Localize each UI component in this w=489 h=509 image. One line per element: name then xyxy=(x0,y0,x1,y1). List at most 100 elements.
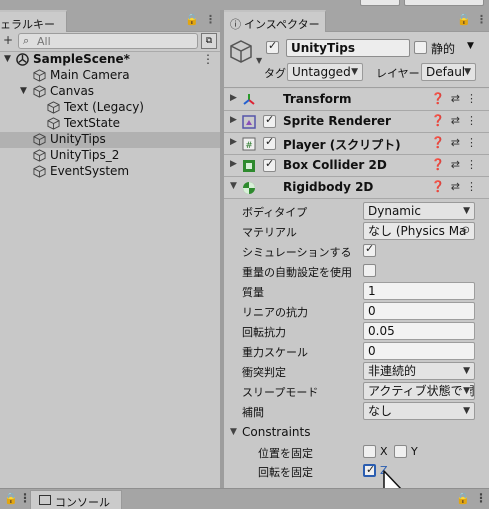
hierarchy-search-row: + ⌕ ⧉ xyxy=(0,32,220,52)
inspector-tab-bar: 🔒 ⋮ xyxy=(326,10,489,32)
preset-icon[interactable]: ⇄ xyxy=(451,158,466,171)
freeze-rotation-z-checkbox[interactable] xyxy=(363,463,376,477)
gameobject-header: ▼ UnityTips 静的 ▼ タグ Untagged ▼ レイヤー Defa… xyxy=(224,32,489,88)
scene-row[interactable]: ▼ SampleScene* ⋮ xyxy=(0,52,220,68)
expand-arrow-icon[interactable]: ▶ xyxy=(230,159,237,169)
auto-mass-checkbox[interactable] xyxy=(363,264,376,277)
lock-icon[interactable]: 🔒 xyxy=(185,13,199,26)
active-checkbox[interactable] xyxy=(266,39,279,54)
more-menu-icon[interactable]: ⋮ xyxy=(475,491,487,505)
component-enabled-checkbox[interactable] xyxy=(263,135,276,150)
static-dropdown-arrow-icon[interactable]: ▼ xyxy=(467,41,474,51)
sleep-mode-dropdown[interactable]: アクティブ状態で開始 ▼ xyxy=(363,382,475,400)
add-icon[interactable]: + xyxy=(3,33,13,47)
gravity-scale-field[interactable]: 0 xyxy=(363,342,475,360)
hierarchy-item[interactable]: Text (Legacy) xyxy=(0,100,220,116)
layer-value: Defaul xyxy=(426,65,466,79)
chevron-down-icon: ▼ xyxy=(463,206,470,216)
search-icon: ⌕ xyxy=(23,34,30,47)
layer-dropdown[interactable]: Defaul ▼ xyxy=(421,63,476,81)
expand-arrow-icon[interactable]: ▶ xyxy=(230,115,237,125)
body-type-label: ボディタイプ xyxy=(242,206,308,219)
hierarchy-search-field[interactable]: ⌕ xyxy=(18,33,198,49)
component-enabled-checkbox[interactable] xyxy=(263,113,276,128)
interpolate-dropdown[interactable]: なし ▼ xyxy=(363,402,475,420)
hierarchy-tab[interactable]: ェラルキー xyxy=(0,10,67,32)
component-more-icon[interactable]: ⋮ xyxy=(466,136,483,149)
simulated-checkbox[interactable] xyxy=(363,242,376,257)
body-type-dropdown[interactable]: Dynamic ▼ xyxy=(363,202,475,220)
preset-icon[interactable]: ⇄ xyxy=(451,180,466,193)
component-rigidbody-2d[interactable]: ▼ Rigidbody 2D ❓⇄⋮ xyxy=(224,177,489,199)
hierarchy-item[interactable]: Main Camera xyxy=(0,68,220,84)
tag-value: Untagged xyxy=(292,65,351,79)
help-icon[interactable]: ❓ xyxy=(431,136,451,149)
hierarchy-item[interactable]: EventSystem xyxy=(0,164,220,180)
icon-dropdown-arrow-icon[interactable]: ▼ xyxy=(256,56,262,65)
material-field[interactable]: なし (Physics Ma ⊙ xyxy=(363,222,475,240)
tag-dropdown[interactable]: Untagged ▼ xyxy=(287,63,363,81)
layers-dropdown[interactable] xyxy=(404,0,484,6)
scene-more-icon[interactable]: ⋮ xyxy=(202,52,214,66)
component-more-icon[interactable]: ⋮ xyxy=(466,158,483,171)
angular-drag-field[interactable]: 0.05 xyxy=(363,322,475,340)
help-icon[interactable]: ❓ xyxy=(431,92,451,105)
component-more-icon[interactable]: ⋮ xyxy=(466,114,483,127)
object-picker-icon[interactable]: ⊙ xyxy=(462,223,470,239)
hierarchy-item-label: Main Camera xyxy=(50,68,130,82)
component-sprite-renderer[interactable]: ▶ Sprite Renderer ❓⇄⋮ xyxy=(224,111,489,133)
component-title: Rigidbody 2D xyxy=(283,180,374,194)
angular-drag-label: 回転抗力 xyxy=(242,326,286,339)
component-transform[interactable]: ▶ Transform ❓⇄⋮ xyxy=(224,89,489,111)
info-icon: ⓘ xyxy=(230,18,241,31)
collision-detection-value: 非連続的 xyxy=(368,364,417,378)
gameobject-cube-icon xyxy=(33,69,46,82)
freeze-position-x-checkbox[interactable] xyxy=(363,445,376,458)
inspector-tab[interactable]: ⓘ インスペクター xyxy=(224,10,326,32)
constraints-arrow-icon[interactable]: ▼ xyxy=(230,427,237,437)
preset-icon[interactable]: ⇄ xyxy=(451,136,466,149)
hierarchy-item-label: EventSystem xyxy=(50,164,130,178)
linear-drag-field[interactable]: 0 xyxy=(363,302,475,320)
expand-arrow-icon[interactable]: ▼ xyxy=(4,54,11,64)
help-icon[interactable]: ❓ xyxy=(431,158,451,171)
collision-detection-dropdown[interactable]: 非連続的 ▼ xyxy=(363,362,475,380)
preset-icon[interactable]: ⇄ xyxy=(451,114,466,127)
mass-field[interactable]: 1 xyxy=(363,282,475,300)
more-menu-icon[interactable]: ⋮ xyxy=(205,13,216,26)
component-enabled-checkbox[interactable] xyxy=(263,157,276,172)
gravity-scale-label: 重力スケール xyxy=(242,346,308,359)
help-icon[interactable]: ❓ xyxy=(431,114,451,127)
object-name-field[interactable]: UnityTips xyxy=(286,39,410,57)
gameobject-cube-icon xyxy=(47,101,60,114)
component-more-icon[interactable]: ⋮ xyxy=(466,180,483,193)
hierarchy-search-input[interactable] xyxy=(37,34,187,48)
hierarchy-tab-bar: 🔒 ⋮ xyxy=(67,10,220,32)
expand-arrow-icon[interactable]: ▼ xyxy=(20,86,27,96)
lock-icon[interactable]: 🔒 xyxy=(456,492,470,505)
hierarchy-item-label: Canvas xyxy=(50,84,95,98)
component-player-script[interactable]: ▶ # Player (スクリプト) ❓⇄⋮ xyxy=(224,133,489,155)
more-menu-icon[interactable]: ⋮ xyxy=(476,13,487,26)
toolbar-field[interactable] xyxy=(360,0,400,6)
interpolate-label: 補間 xyxy=(242,406,264,419)
mass-label: 質量 xyxy=(242,286,264,299)
expand-arrow-icon[interactable]: ▶ xyxy=(230,137,237,147)
static-checkbox[interactable] xyxy=(414,41,427,54)
help-icon[interactable]: ❓ xyxy=(431,180,451,193)
static-label: 静的 xyxy=(431,42,456,56)
hierarchy-item[interactable]: TextState xyxy=(0,116,220,132)
preset-icon[interactable]: ⇄ xyxy=(451,92,466,105)
search-by-type-icon[interactable]: ⧉ xyxy=(201,33,217,49)
lock-icon[interactable]: 🔒 xyxy=(4,492,18,505)
lock-icon[interactable]: 🔒 xyxy=(457,13,471,26)
collapse-arrow-icon[interactable]: ▼ xyxy=(230,181,237,191)
hierarchy-item-selected[interactable]: UnityTips xyxy=(0,132,220,148)
expand-arrow-icon[interactable]: ▶ xyxy=(230,93,237,103)
hierarchy-item[interactable]: UnityTips_2 xyxy=(0,148,220,164)
freeze-position-y-checkbox[interactable] xyxy=(394,445,407,458)
hierarchy-item[interactable]: ▼ Canvas xyxy=(0,84,220,100)
console-tab[interactable]: コンソール xyxy=(30,490,122,509)
component-box-collider-2d[interactable]: ▶ Box Collider 2D ❓⇄⋮ xyxy=(224,155,489,177)
component-more-icon[interactable]: ⋮ xyxy=(466,92,483,105)
